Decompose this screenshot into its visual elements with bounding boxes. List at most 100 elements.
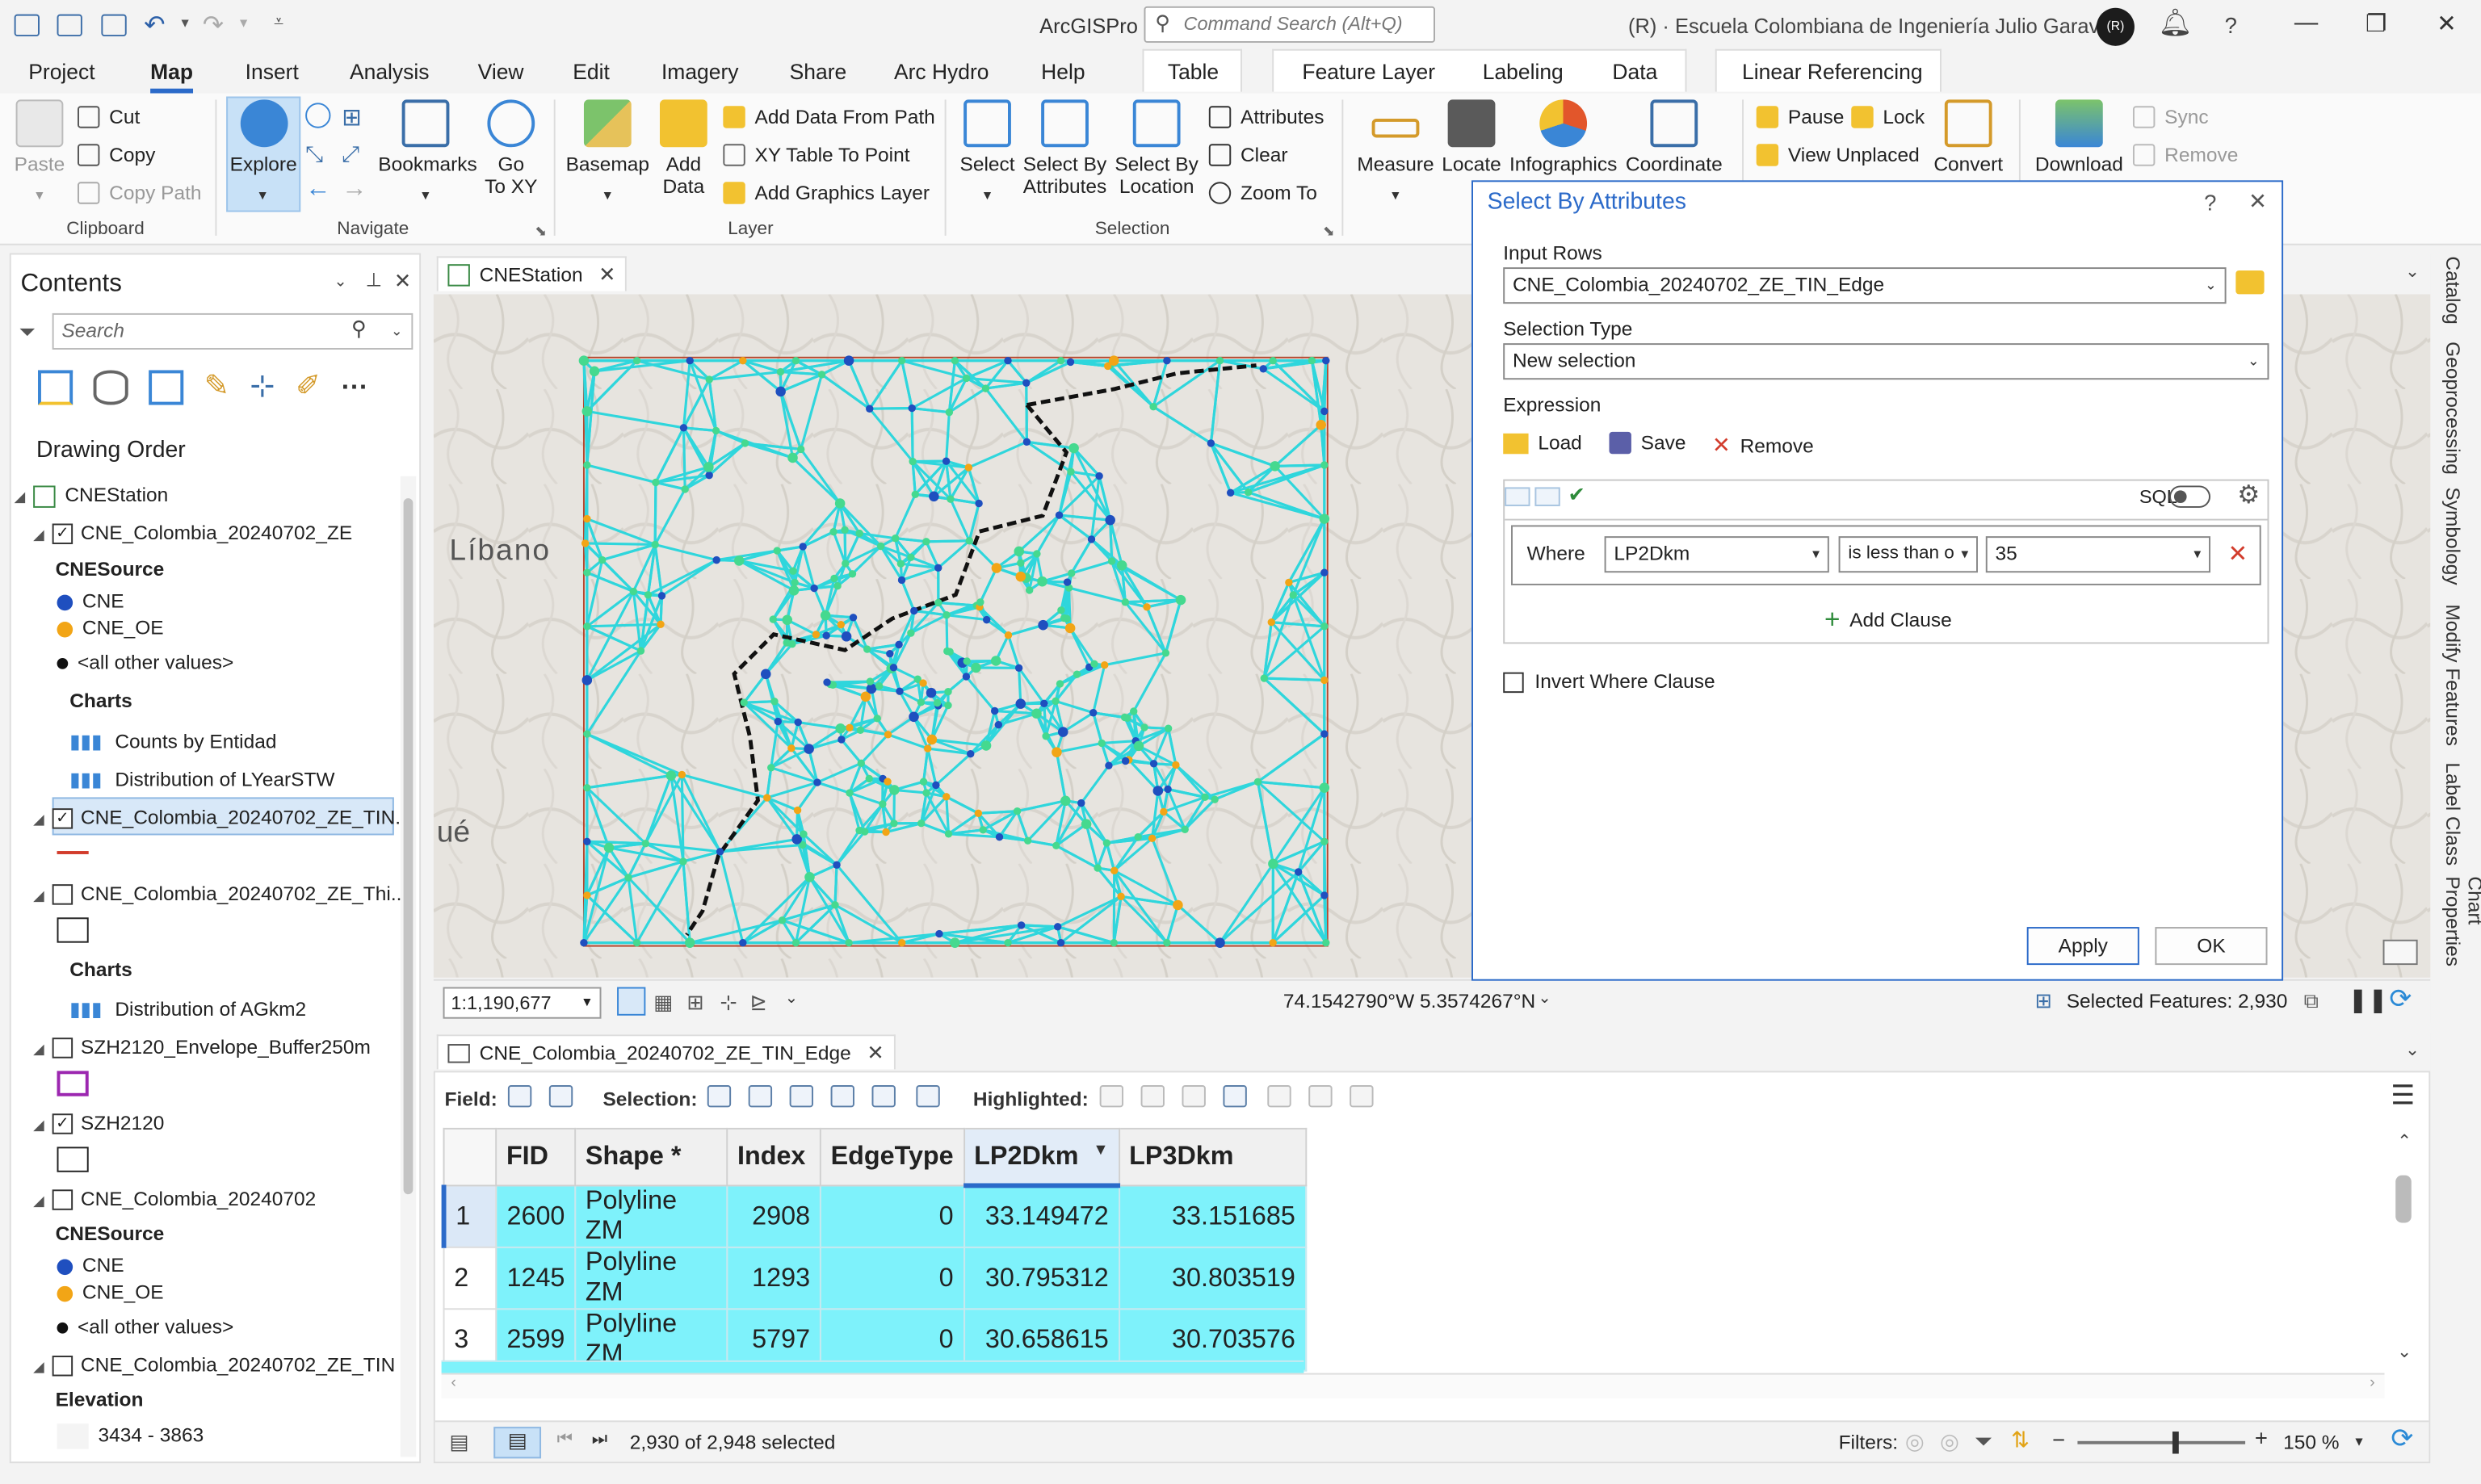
- table-zoom-slider[interactable]: [2077, 1432, 2246, 1454]
- operator-combobox[interactable]: is less than o ▾: [1838, 536, 1978, 573]
- cell-fid[interactable]: 1245: [495, 1246, 577, 1310]
- layer-visibility-checkbox[interactable]: [52, 1189, 73, 1211]
- redo-icon[interactable]: ↷: [203, 10, 224, 41]
- table-row[interactable]: 2 1245 Polyline ZM 1293 0 30.795312 30.8…: [443, 1246, 1307, 1310]
- lock-labeling-button[interactable]: Lock: [1851, 106, 1925, 128]
- map-scale-combobox[interactable]: 1:1,190,677 ▼: [443, 987, 602, 1019]
- first-record-icon[interactable]: ⏮: [557, 1430, 573, 1450]
- definition-query-filter-icon[interactable]: ⏷: [1975, 1428, 1992, 1455]
- tab-feature-layer[interactable]: Feature Layer: [1302, 60, 1435, 83]
- refresh-table-icon[interactable]: ⟳: [2391, 1423, 2413, 1455]
- layer-item-szh2120[interactable]: ◢ ✓ SZH2120: [33, 1112, 164, 1135]
- ok-button[interactable]: OK: [2155, 927, 2268, 966]
- search-icon[interactable]: ⚲: [351, 317, 367, 342]
- rail-tab-catalog[interactable]: Catalog: [2441, 256, 2463, 324]
- cell-lp3dkm[interactable]: 30.803519: [1118, 1246, 1307, 1310]
- close-pane-icon[interactable]: ✕: [394, 269, 411, 294]
- restore-icon[interactable]: ❐: [2366, 10, 2387, 38]
- tab-edit[interactable]: Edit: [573, 60, 610, 83]
- chart-item-counts-by-entidad[interactable]: ▮▮▮ Counts by Entidad: [69, 729, 276, 752]
- dialog-help-icon[interactable]: ?: [2204, 190, 2216, 215]
- tab-insert[interactable]: Insert: [246, 60, 299, 83]
- layer-visibility-checkbox[interactable]: [52, 1038, 73, 1059]
- attributes-button[interactable]: Attributes: [1208, 106, 1324, 128]
- download-map-button[interactable]: Download: [2032, 99, 2127, 175]
- zoom-to-selection-icon[interactable]: [748, 1085, 773, 1108]
- basemap-dropdown-icon[interactable]: ▼: [601, 188, 614, 203]
- tab-help[interactable]: Help: [1041, 60, 1085, 83]
- list-by-labeling-icon[interactable]: ✐: [296, 368, 321, 405]
- table-zoom-level[interactable]: 150 %: [2283, 1432, 2339, 1453]
- row-number[interactable]: 2: [443, 1246, 497, 1310]
- save-expression-button[interactable]: Save: [1609, 431, 1686, 455]
- layer-item-cne-ze[interactable]: ◢ ✓ CNE_Colombia_20240702_ZE: [33, 522, 352, 545]
- coords-format-dropdown-icon[interactable]: ⌄: [1538, 990, 1551, 1008]
- command-search-input[interactable]: ⚲ Command Search (Alt+Q): [1144, 6, 1435, 43]
- slider-thumb[interactable]: [2172, 1432, 2179, 1454]
- selected-features-count[interactable]: Selected Features: 2,930: [2067, 990, 2288, 1012]
- sort-arrows-icon[interactable]: ⇅: [2011, 1427, 2030, 1453]
- remove-expression-button[interactable]: ✕ Remove: [1712, 432, 1814, 459]
- grid-snap-icon[interactable]: [617, 987, 646, 1016]
- delete-selection-icon[interactable]: [871, 1085, 896, 1108]
- add-graphics-layer-button[interactable]: Add Graphics Layer: [723, 182, 930, 204]
- column-header-fid[interactable]: FID: [495, 1127, 577, 1187]
- layer-visibility-checkbox[interactable]: ✓: [52, 1113, 73, 1135]
- zoom-in-table-icon[interactable]: +: [2255, 1425, 2268, 1450]
- measure-button[interactable]: Measure: [1356, 99, 1435, 175]
- remove-highlighted-icon[interactable]: [1308, 1085, 1333, 1108]
- sql-mode-icon[interactable]: [1534, 487, 1560, 506]
- select-by-attributes-icon[interactable]: [707, 1085, 732, 1108]
- xy-table-to-point-button[interactable]: XY Table To Point: [723, 144, 910, 166]
- selection-type-combobox[interactable]: New selection ⌄: [1503, 343, 2269, 380]
- grid-icon[interactable]: ▦: [653, 990, 673, 1015]
- open-project-icon[interactable]: [57, 14, 82, 37]
- help-icon[interactable]: ?: [2225, 13, 2237, 38]
- remove-offline-button[interactable]: Remove: [2132, 144, 2238, 166]
- reverse-highlight-icon[interactable]: [1223, 1085, 1247, 1108]
- paste-button[interactable]: Paste: [13, 99, 67, 175]
- select-dropdown-icon[interactable]: ▼: [981, 188, 994, 203]
- rail-tab-chart-properties[interactable]: Chart Properties: [2441, 876, 2481, 1012]
- dialog-close-icon[interactable]: ✕: [2248, 188, 2267, 215]
- go-to-xy-button[interactable]: Go To XY: [480, 99, 543, 198]
- layer-item-cne-tin[interactable]: ◢ CNE_Colombia_20240702_ZE_TIN: [33, 1354, 395, 1377]
- cell-index[interactable]: 2908: [726, 1184, 821, 1248]
- refresh-icon[interactable]: ⟳: [2389, 984, 2412, 1016]
- navigate-launcher-icon[interactable]: ⬊: [535, 223, 547, 241]
- close-tab-icon[interactable]: ✕: [867, 1040, 884, 1065]
- bookmarks-dropdown-icon[interactable]: ▼: [419, 188, 432, 203]
- infographics-button[interactable]: Infographics: [1508, 99, 1618, 175]
- tab-labeling[interactable]: Labeling: [1483, 60, 1564, 83]
- contents-options-icon[interactable]: ⌄: [334, 274, 346, 291]
- column-header-index[interactable]: Index: [726, 1127, 821, 1187]
- cell-fid[interactable]: 2600: [495, 1184, 577, 1248]
- select-button[interactable]: Select: [955, 99, 1018, 175]
- status-dropdown-icon[interactable]: ⌄: [785, 990, 798, 1008]
- value-combobox[interactable]: 35 ▾: [1985, 536, 2210, 573]
- undo-dropdown-icon[interactable]: ▼: [178, 16, 191, 31]
- pin-icon[interactable]: ⊥: [366, 269, 382, 291]
- invert-where-clause-checkbox[interactable]: Invert Where Clause: [1503, 671, 1715, 693]
- more-options-icon[interactable]: ···: [342, 371, 368, 402]
- save-project-icon[interactable]: [101, 14, 127, 37]
- tab-view[interactable]: View: [478, 60, 524, 83]
- sort-descending-icon[interactable]: ▼: [1093, 1142, 1108, 1159]
- scrollbar-thumb[interactable]: [2395, 1175, 2412, 1223]
- clear-selection-icon[interactable]: [830, 1085, 854, 1108]
- show-all-records-icon[interactable]: ▤: [449, 1430, 468, 1455]
- list-by-snapping-icon[interactable]: ⊹: [250, 368, 275, 405]
- customize-toolbar-icon[interactable]: ⩡: [274, 13, 283, 33]
- layer-item-thiessen[interactable]: ◢ CNE_Colombia_20240702_ZE_Thi...: [33, 882, 407, 906]
- previous-extent-icon[interactable]: ←: [305, 175, 330, 203]
- zoom-dropdown-icon[interactable]: ▼: [2353, 1435, 2366, 1449]
- collapse-arrow-icon[interactable]: ◢: [15, 488, 34, 506]
- selection-launcher-icon[interactable]: ⬊: [1323, 223, 1335, 241]
- column-header-lp3dkm[interactable]: LP3Dkm: [1118, 1127, 1307, 1187]
- tab-project[interactable]: Project: [28, 60, 94, 83]
- tab-map-view[interactable]: CNEStation ✕: [436, 256, 628, 291]
- column-header-lp2dkm[interactable]: LP2Dkm ▼: [963, 1127, 1120, 1188]
- zoom-out-icon[interactable]: ⤢: [342, 140, 359, 167]
- verify-checkmark-icon[interactable]: ✔: [1568, 483, 1585, 508]
- layer-item-cne-colombia[interactable]: ◢ CNE_Colombia_20240702: [33, 1188, 316, 1211]
